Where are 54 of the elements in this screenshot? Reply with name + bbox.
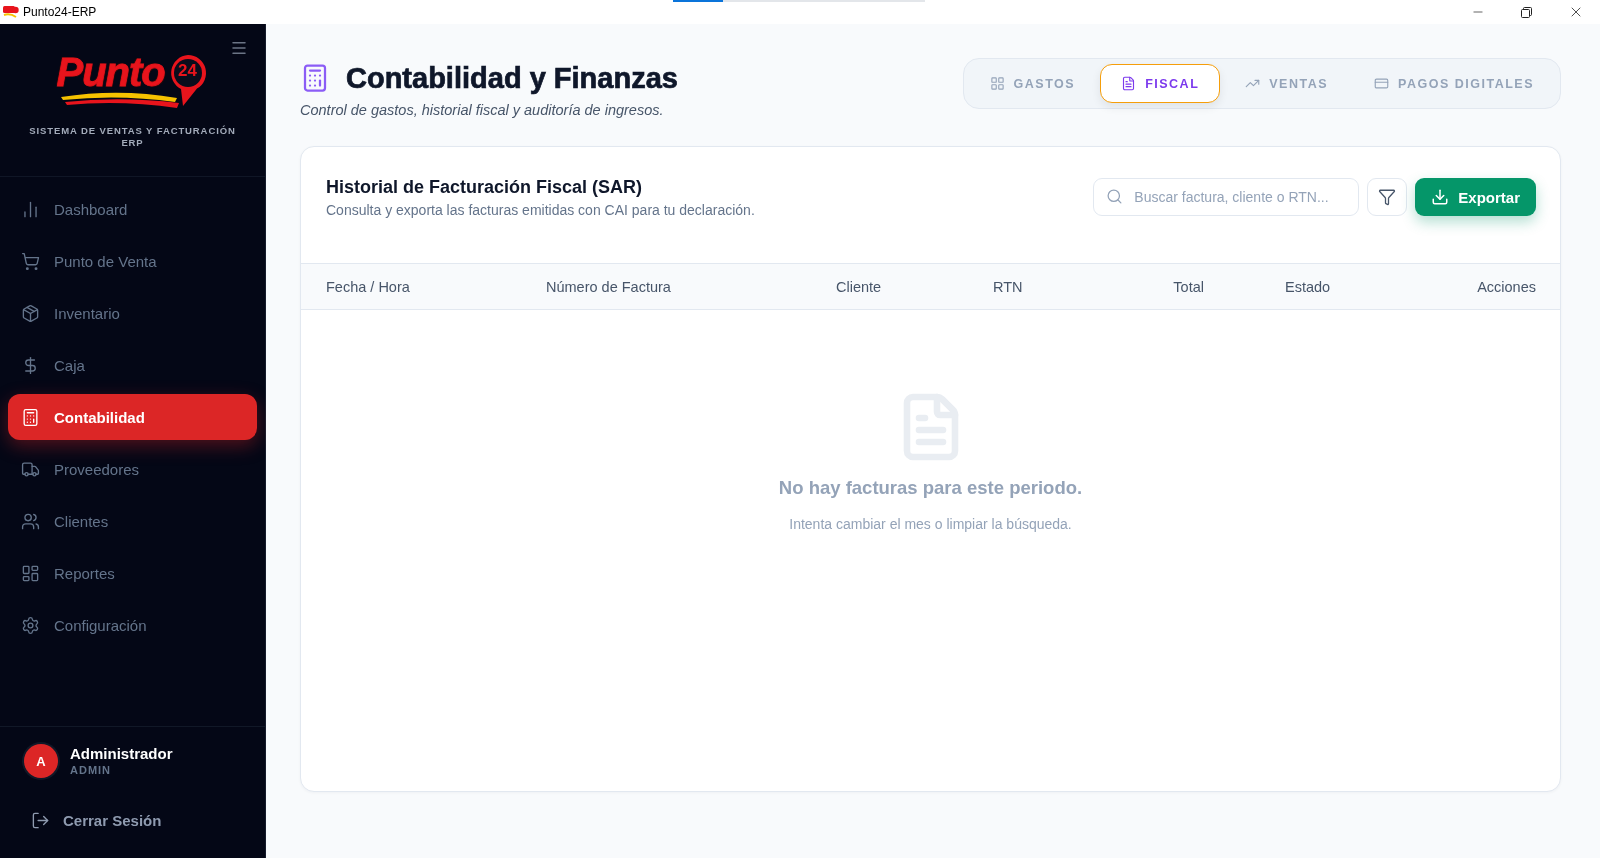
sidebar-item[interactable]: Dashboard <box>8 186 257 232</box>
user-role: ADMIN <box>70 763 113 777</box>
logout-icon <box>31 811 50 830</box>
settings-icon <box>21 615 40 635</box>
calculator-icon <box>21 407 40 427</box>
users-icon <box>21 511 40 531</box>
app-icon <box>3 5 19 19</box>
grid-icon <box>989 76 1005 91</box>
window-title: Punto24-ERP <box>23 5 97 19</box>
menu-icon <box>230 39 248 57</box>
panel-subtitle: Consulta y exporta las facturas emitidas con CAI para tu declaración. <box>326 202 755 218</box>
page-title: Contabilidad y Finanzas <box>346 61 678 96</box>
logout-button[interactable]: Cerrar Sesión <box>31 803 162 838</box>
document-icon <box>1121 76 1137 91</box>
sidebar-item[interactable]: Caja <box>8 342 257 388</box>
user-avatar: A <box>24 744 58 778</box>
search-field[interactable]: Buscar factura, cliente o RTN... <box>1093 178 1360 216</box>
page-subtitle: Control de gastos, historial fiscal y auditoría de ingresos. <box>300 102 665 118</box>
search-icon <box>1106 188 1124 205</box>
user-name: Administrador <box>70 745 173 763</box>
sidebar-item[interactable]: Punto de Venta <box>8 238 257 284</box>
logo: Punto 24 <box>56 50 209 110</box>
sidebar-item[interactable]: Inventario <box>8 290 257 336</box>
column-header: Cliente <box>836 278 882 295</box>
tab[interactable]: VENTAS <box>1224 64 1350 103</box>
tagline: SISTEMA DE VENTAS Y FACTURACIÓN ERP <box>28 125 237 149</box>
panel-title: Historial de Facturación Fiscal (SAR) <box>326 176 644 198</box>
column-header: Estado <box>1285 278 1331 295</box>
column-header: Número de Factura <box>546 278 671 295</box>
sidebar-item[interactable]: Contabilidad <box>8 394 257 440</box>
tab[interactable]: FISCAL <box>1100 64 1221 103</box>
sidebar-item[interactable]: Reportes <box>8 550 257 596</box>
truck-icon <box>21 459 40 479</box>
export-button[interactable]: Exportar <box>1415 178 1536 216</box>
column-header: Fecha / Hora <box>326 278 410 295</box>
tab[interactable]: PAGOS DIGITALES <box>1353 64 1555 103</box>
bar-chart-icon <box>21 199 40 219</box>
filter-icon <box>1378 188 1397 206</box>
sidebar-item[interactable]: Clientes <box>8 498 257 544</box>
card-icon <box>1374 76 1390 91</box>
tab[interactable]: GASTOS <box>968 64 1097 103</box>
restore-icon <box>1521 6 1532 18</box>
column-header: Acciones <box>1477 278 1536 295</box>
box-icon <box>21 303 40 323</box>
filter-button[interactable] <box>1367 178 1408 216</box>
column-header: RTN <box>993 278 1023 295</box>
download-icon <box>1431 188 1450 206</box>
cart-icon <box>21 251 40 271</box>
sidebar-item[interactable]: Configuración <box>8 602 257 648</box>
empty-state-title: No hay facturas para este periodo. <box>778 477 1083 499</box>
empty-state-message: Intenta cambiar el mes o limpiar la búsqueda. <box>789 515 1072 533</box>
column-header: Total <box>1173 278 1204 295</box>
sidebar-item[interactable]: Proveedores <box>8 446 257 492</box>
dashboard-grid-icon <box>21 563 40 583</box>
